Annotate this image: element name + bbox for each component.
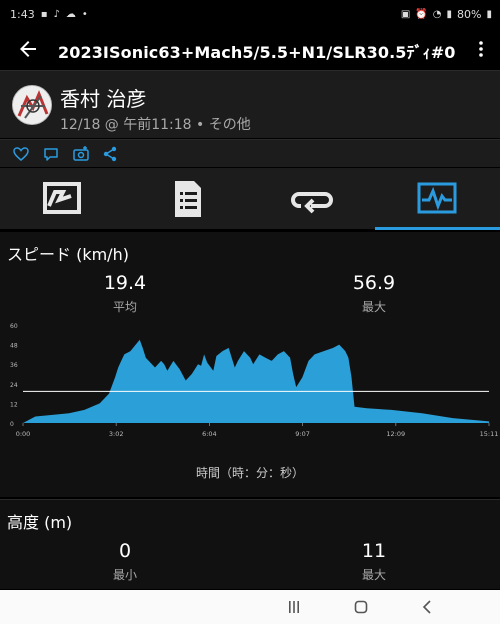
back-arrow-icon[interactable] xyxy=(16,37,40,61)
cloud-icon: ☁ xyxy=(65,9,76,20)
tab-overview[interactable] xyxy=(0,168,125,230)
avg-speed-label: 平均 xyxy=(112,300,137,314)
x-tick-label: 3:02 xyxy=(109,430,124,438)
document-list-icon xyxy=(175,181,201,217)
speed-area-series xyxy=(23,339,489,423)
y-tick-label: 12 xyxy=(10,401,18,408)
speed-title: スピード (km/h) xyxy=(7,245,129,264)
y-tick-label: 48 xyxy=(10,343,18,350)
y-tick-label: 36 xyxy=(10,362,18,369)
battery-icon: ▮ xyxy=(486,9,492,20)
share-icon[interactable] xyxy=(101,145,119,163)
altitude-min-value: 0 xyxy=(118,540,132,562)
altitude-section: 高度 (m) 0 最小 11 最大 xyxy=(0,499,500,589)
battery-level: 80% xyxy=(457,8,482,21)
back-nav-icon[interactable] xyxy=(420,599,436,615)
avg-speed-value: 19.4 xyxy=(103,272,147,294)
activity-title: 2023ISonic63+Mach5/5.5+N1/SLR30.5ﾃﾞｨ#0 xyxy=(58,43,456,62)
altitude-title: 高度 (m) xyxy=(7,513,73,532)
wifi-icon: ◔ xyxy=(432,9,442,20)
tiktok-icon: ♪ xyxy=(53,9,60,20)
status-time: 1:43 xyxy=(10,8,35,21)
x-tick-label: 15:11 xyxy=(480,430,499,438)
athlete-name[interactable]: 香村 治彦 xyxy=(60,83,146,112)
activity-tabs xyxy=(0,167,500,230)
dot-icon: • xyxy=(81,9,88,20)
app-bar: 2023ISonic63+Mach5/5.5+N1/SLR30.5ﾃﾞｨ#0 xyxy=(0,30,500,70)
altitude-max-value: 11 xyxy=(361,540,387,562)
map-overview-icon xyxy=(43,182,81,214)
x-tick-label: 9:07 xyxy=(295,430,310,438)
more-options-icon[interactable] xyxy=(478,40,484,58)
tab-laps[interactable] xyxy=(250,168,375,230)
altitude-max-label: 最大 xyxy=(361,568,386,582)
system-nav-bar xyxy=(0,590,500,624)
like-heart-icon[interactable] xyxy=(12,145,30,163)
action-row xyxy=(0,139,500,167)
lock-icon: ▣ xyxy=(400,9,411,20)
x-tick-label: 12:09 xyxy=(386,430,405,438)
avatar-image xyxy=(13,86,51,124)
speed-section: スピード (km/h) 19.4 平均 56.9 最大 0 12 24 36 48 60 0… xyxy=(0,232,500,497)
tab-details[interactable] xyxy=(125,168,250,230)
max-speed-label: 最大 xyxy=(361,300,386,314)
x-axis-label: 時間（時：分：秒） xyxy=(195,466,304,480)
signal-icon: ▮ xyxy=(446,9,453,20)
tab-charts[interactable] xyxy=(375,168,500,230)
max-speed-value: 56.9 xyxy=(352,272,396,294)
laps-loop-icon xyxy=(291,192,333,214)
altitude-min-label: 最小 xyxy=(112,568,137,582)
alarm-icon: ⏰ xyxy=(415,9,428,20)
camera-add-icon[interactable] xyxy=(72,145,90,163)
y-tick-label: 0 xyxy=(10,421,14,428)
status-bar: 1:43 ▪ ♪ ☁ • ▣ ⏰ ◔ ▮ 80% ▮ xyxy=(0,0,500,30)
y-tick-label: 24 xyxy=(10,382,18,389)
y-tick-label: 60 xyxy=(10,323,18,330)
chart-pulse-icon xyxy=(417,182,457,214)
x-tick-label: 6:04 xyxy=(202,430,217,438)
profile-header: 香村 治彦 12/18 @ 午前11:18 • その他 xyxy=(0,70,500,138)
speed-chart[interactable]: 0 12 24 36 48 60 0:00 3:02 6:04 9:07 12:09 15:11 xyxy=(0,320,500,450)
activity-meta: 12/18 @ 午前11:18 • その他 xyxy=(60,117,251,133)
notification-icon: ▪ xyxy=(40,9,48,20)
avatar[interactable] xyxy=(12,85,52,125)
home-icon[interactable] xyxy=(353,599,369,615)
recent-apps-icon[interactable] xyxy=(286,599,302,615)
comment-icon[interactable] xyxy=(42,145,60,163)
x-tick-label: 0:00 xyxy=(16,430,31,438)
